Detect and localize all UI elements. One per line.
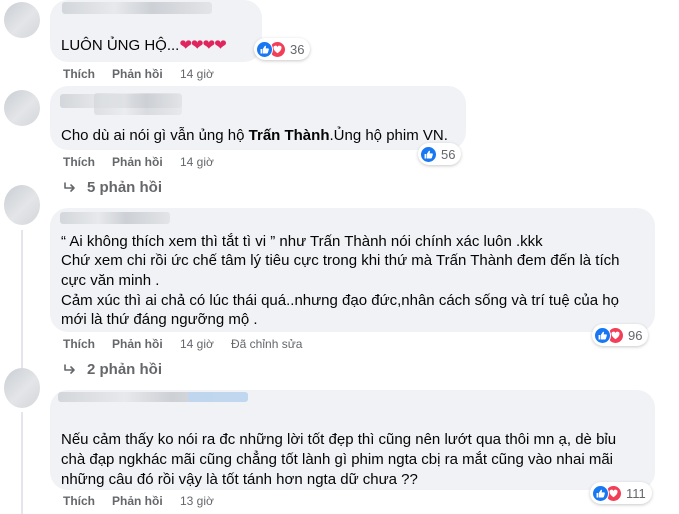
- comment-text: chà đạp ngkhác mãi cũng chẳng tốt lành g…: [61, 451, 614, 468]
- reaction-count: 111: [626, 485, 646, 501]
- view-replies-link[interactable]: 5 phản hồi: [63, 179, 162, 196]
- like-reaction-icon: [420, 145, 437, 163]
- avatar[interactable]: [4, 185, 40, 225]
- like-button[interactable]: Thích: [63, 494, 95, 508]
- reply-button[interactable]: Phản hồi: [112, 494, 163, 508]
- comment-text: những câu đó rồi vậy là tốt tánh hơn ngt…: [61, 471, 418, 488]
- comment-text: Cho dù ai nói gì vẫn ủng hộ Trấn Thành.Ủ…: [61, 127, 448, 144]
- avatar[interactable]: [4, 368, 40, 408]
- view-replies-link[interactable]: 2 phản hồi: [63, 361, 162, 378]
- tagged-name[interactable]: Trấn Thành: [249, 127, 330, 144]
- reaction-count: 56: [441, 146, 456, 162]
- comment-timestamp[interactable]: 14 giờ: [180, 155, 214, 169]
- thread-line: [21, 412, 23, 514]
- reply-arrow-icon: [64, 181, 75, 192]
- comment-text: Chứ xem chi rồi ức chế tâm lý tiêu cực t…: [61, 252, 620, 269]
- like-button[interactable]: Thích: [63, 67, 95, 81]
- comment-text: Cảm xúc thì ai chả có lúc thái quá..nhưn…: [61, 292, 619, 309]
- reaction-summary[interactable]: 96: [592, 324, 649, 346]
- avatar[interactable]: [4, 2, 40, 38]
- heart-emojis: ❤❤❤❤: [179, 37, 226, 54]
- comment-text: cực văn minh .: [61, 272, 160, 289]
- comment-text: “ Ai không thích xem thì tắt tì vi ” như…: [61, 233, 543, 250]
- reaction-count: 96: [628, 327, 643, 343]
- reaction-count: 36: [290, 41, 305, 57]
- comment-bubble: “ Ai không thích xem thì tắt tì vi ” như…: [50, 208, 655, 332]
- reply-button[interactable]: Phản hồi: [112, 337, 163, 351]
- redacted-author-name: [94, 93, 182, 115]
- comment-bubble: Nếu cảm thấy ko nói ra đc những lời tốt …: [50, 390, 655, 490]
- edited-label: Đã chỉnh sửa: [231, 337, 303, 351]
- like-button[interactable]: Thích: [63, 337, 95, 351]
- like-button[interactable]: Thích: [63, 155, 95, 169]
- redacted-author-name: [188, 392, 248, 402]
- thread-line: [21, 230, 23, 380]
- comment-timestamp[interactable]: 14 giờ: [180, 67, 214, 81]
- like-reaction-icon: [256, 40, 273, 58]
- redacted-author-name: [60, 212, 170, 224]
- comment-text: mới là thứ đáng ngưỡng mộ .: [61, 311, 258, 328]
- reply-button[interactable]: Phản hồi: [112, 155, 163, 169]
- comment-timestamp[interactable]: 13 giờ: [180, 494, 214, 508]
- comment-text: LUÔN ỦNG HỘ...❤❤❤❤: [61, 37, 227, 54]
- like-reaction-icon: [592, 484, 609, 502]
- reaction-summary[interactable]: 56: [418, 143, 462, 165]
- comment-bubble: Cho dù ai nói gì vẫn ủng hộ Trấn Thành.Ủ…: [50, 86, 466, 150]
- reaction-summary[interactable]: 36: [254, 38, 311, 60]
- reply-arrow-icon: [64, 363, 75, 374]
- comment-bubble: LUÔN ỦNG HỘ...❤❤❤❤ 36: [50, 0, 311, 62]
- like-reaction-icon: [594, 326, 611, 344]
- avatar[interactable]: [4, 90, 40, 126]
- redacted-author-name: [62, 2, 212, 14]
- reaction-summary[interactable]: 111: [590, 482, 652, 504]
- comment-text: Nếu cảm thấy ko nói ra đc những lời tốt …: [61, 431, 617, 448]
- comment-timestamp[interactable]: 14 giờ: [180, 337, 214, 351]
- reply-button[interactable]: Phản hồi: [112, 67, 163, 81]
